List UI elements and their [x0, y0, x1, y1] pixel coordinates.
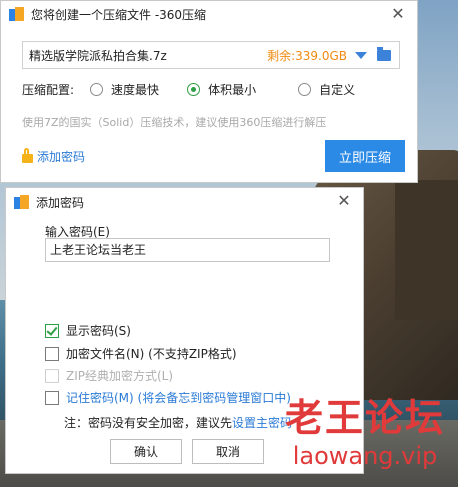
free-space-label: 剩余:339.0GB	[267, 48, 347, 63]
remember-password-checkbox[interactable]	[45, 390, 59, 405]
watermark-title: 老王论坛	[284, 396, 445, 440]
remember-password-option[interactable]: 记住密码(M) (将会备忘到密码管理窗口中)	[45, 389, 291, 406]
show-password-checkbox[interactable]	[45, 323, 59, 338]
close-icon[interactable]: ✕	[335, 191, 353, 211]
archive-path-field[interactable]: 精选版学院派私拍合集.7z 剩余:339.0GB	[22, 41, 400, 69]
compress-window: 您将创建一个压缩文件 -360压缩 ✕ 精选版学院派私拍合集.7z 剩余:339…	[0, 0, 418, 183]
zip-classic-checkbox	[45, 368, 59, 383]
option-custom[interactable]: 自定义	[298, 81, 355, 98]
password-dialog-title: 添加密码	[36, 195, 85, 210]
encrypt-filename-checkbox[interactable]	[45, 346, 59, 361]
show-password-option[interactable]: 显示密码(S)	[45, 322, 131, 339]
encrypt-filename-option[interactable]: 加密文件名(N) (不支持ZIP格式)	[45, 345, 237, 362]
rock-formation-small	[395, 180, 458, 320]
zip-classic-label: ZIP经典加密方式(L)	[66, 369, 174, 383]
compress-note: 使用7Z的国实（Solid）压缩技术，建议使用360压缩进行解压	[22, 116, 327, 129]
archive-file-name[interactable]: 精选版学院派私拍合集.7z	[29, 47, 267, 64]
zip-classic-option: ZIP经典加密方式(L)	[45, 367, 173, 384]
remember-password-label: 记住密码(M) (将会备忘到密码管理窗口中)	[66, 391, 291, 405]
password-hint: 注：密码没有安全加密，建议先设置主密码	[64, 414, 292, 431]
option-fastest-label: 速度最快	[111, 83, 160, 97]
compress-window-titlebar[interactable]: 您将创建一个压缩文件 -360压缩 ✕	[1, 1, 417, 27]
dropdown-arrow-icon[interactable]	[355, 51, 367, 59]
confirm-button[interactable]: 确认	[110, 439, 182, 464]
compress-now-button[interactable]: 立即压缩	[325, 140, 405, 172]
radio-fastest[interactable]	[90, 83, 104, 96]
encrypt-filename-label: 加密文件名(N) (不支持ZIP格式)	[66, 347, 237, 361]
cancel-button[interactable]: 取消	[192, 439, 264, 464]
radio-smallest[interactable]	[187, 83, 201, 96]
option-smallest-label: 体积最小	[208, 83, 257, 97]
watermark: 老王论坛 laowang.vip	[270, 395, 458, 471]
hint-text: 注：密码没有安全加密，建议先	[64, 416, 233, 430]
close-icon[interactable]: ✕	[389, 4, 407, 24]
config-label: 压缩配置:	[22, 83, 75, 97]
app-icon	[14, 195, 30, 209]
option-fastest[interactable]: 速度最快	[90, 81, 159, 98]
lock-icon	[22, 148, 33, 163]
app-icon	[9, 7, 25, 21]
compress-window-title: 您将创建一个压缩文件 -360压缩	[31, 7, 207, 22]
radio-custom[interactable]	[298, 83, 312, 96]
compress-config-row: 压缩配置: 速度最快 体积最小 自定义	[22, 81, 355, 98]
watermark-url: laowang.vip	[292, 442, 438, 470]
folder-icon[interactable]	[377, 46, 391, 61]
show-password-label: 显示密码(S)	[66, 324, 131, 338]
add-password-label[interactable]: 添加密码	[37, 148, 85, 165]
option-smallest[interactable]: 体积最小	[187, 81, 256, 98]
password-dialog-titlebar[interactable]: 添加密码 ✕	[6, 188, 363, 216]
password-input[interactable]: 上老王论坛当老王	[45, 238, 330, 262]
option-custom-label: 自定义	[319, 83, 356, 97]
add-password-link[interactable]: 添加密码	[22, 148, 85, 165]
